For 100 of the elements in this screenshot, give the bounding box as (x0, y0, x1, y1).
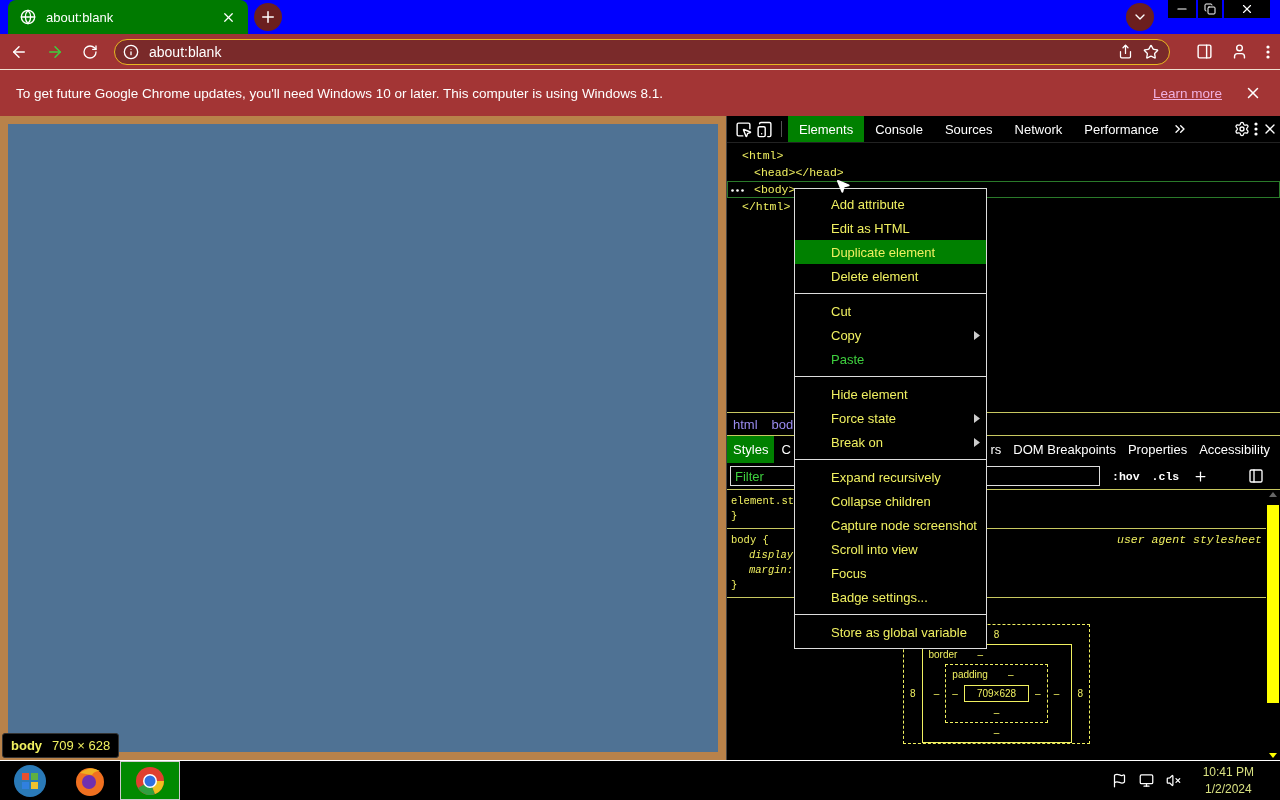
menu-item[interactable]: Force state (795, 406, 986, 430)
panel-icon (1248, 468, 1264, 484)
devtools-tab[interactable]: Console (864, 116, 934, 142)
windows-orb-icon (13, 763, 47, 798)
breadcrumb[interactable]: html (733, 416, 758, 432)
cls-toggle[interactable]: .cls (1151, 469, 1180, 483)
sidebar-tab[interactable]: Accessibility (1199, 436, 1270, 463)
css-line: element.st (731, 494, 794, 509)
border-left-value: – (933, 687, 940, 701)
menu-item[interactable]: Focus (795, 561, 986, 585)
rule-source: user agent stylesheet (1117, 533, 1262, 548)
infobar-message: To get future Google Chrome updates, you'll need Windows 10 or later. This computer is using Windows 8.1. (16, 85, 664, 101)
clock[interactable]: 10:41 PM 1/2/2024 (1202, 763, 1254, 798)
star-icon[interactable] (1143, 43, 1159, 60)
side-panel-button[interactable] (1194, 41, 1215, 62)
menu-item[interactable]: Edit as HTML (795, 216, 986, 240)
dom-tag: </html> (742, 200, 791, 213)
menu-item[interactable]: Scroll into view (795, 537, 986, 561)
submenu-arrow-icon (974, 437, 980, 447)
browser-tab[interactable]: about:blank (8, 0, 248, 34)
margin-top-value: 8 (993, 628, 1000, 642)
side-panel-icon (1196, 43, 1213, 60)
sidebar-tab[interactable]: Styles (727, 436, 775, 463)
plus-icon (1193, 468, 1209, 484)
menu-item[interactable]: Collapse children (795, 489, 986, 513)
padding-left-value: – (952, 687, 958, 701)
sidebar-toggle-button[interactable] (1246, 466, 1266, 486)
muted-speaker-icon[interactable] (1165, 773, 1181, 788)
margin-left-value: 8 (909, 687, 916, 701)
submenu-arrow-icon (974, 330, 980, 340)
network-icon[interactable] (1138, 773, 1154, 788)
tab-search-button[interactable] (1126, 3, 1154, 31)
globe-icon (20, 9, 36, 25)
element-tooltip: body 709 × 628 (2, 733, 120, 758)
border-label: border (928, 648, 958, 662)
close-icon (1240, 2, 1254, 16)
dom-row[interactable]: </html> (727, 198, 792, 215)
settings-icon (1234, 121, 1250, 137)
address-bar[interactable]: about:blank (114, 38, 1170, 65)
chrome-icon (134, 764, 166, 797)
dom-row[interactable]: <html> (727, 147, 785, 164)
devtools-tab[interactable]: Performance (1073, 116, 1170, 142)
menu-item[interactable]: Hide element (795, 382, 986, 406)
scrollbar-thumb[interactable] (1267, 505, 1279, 703)
menu-item[interactable]: Duplicate element (795, 240, 986, 264)
margin-right-value: 8 (1077, 687, 1084, 701)
menu-item[interactable]: Delete element (795, 264, 986, 288)
dom-tag: <html> (742, 149, 784, 162)
menu-item[interactable]: Expand recursively (795, 465, 986, 489)
kebab-icon (1254, 122, 1258, 136)
submenu-arrow-icon (974, 413, 980, 423)
address-text: about:blank (149, 43, 223, 60)
devices-icon (756, 120, 773, 138)
scroll-up-icon[interactable] (1269, 492, 1277, 497)
restore-button[interactable] (1198, 0, 1222, 18)
scroll-down-icon[interactable] (1269, 753, 1277, 758)
devtools-tab[interactable]: Sources (933, 116, 1004, 142)
border-right-value: – (1053, 687, 1060, 701)
minimize-button[interactable] (1168, 0, 1196, 18)
ellipsis-icon[interactable] (731, 189, 744, 192)
learn-more-link[interactable]: Learn more (1152, 85, 1222, 101)
padding-label: padding (952, 668, 988, 682)
info-icon[interactable] (123, 43, 139, 60)
menu-item[interactable]: Badge settings... (795, 585, 986, 609)
menu-item[interactable]: Capture node screenshot (795, 513, 986, 537)
menu-icon (1266, 44, 1270, 59)
menu-item[interactable]: Store as global variable (795, 620, 986, 644)
css-line: display (748, 548, 794, 563)
flag-icon[interactable] (1111, 773, 1127, 788)
sidebar-tab[interactable]: Properties (1127, 436, 1188, 463)
menu-item[interactable]: Copy (795, 323, 986, 347)
css-line: body { (731, 533, 770, 548)
new-tab-button[interactable] (254, 3, 282, 31)
devtools-tab[interactable]: Network (1003, 116, 1074, 142)
content-box: 709×628 (963, 685, 1030, 702)
sidebar-tab[interactable]: C (777, 436, 795, 463)
hov-toggle[interactable]: :hov (1112, 469, 1140, 483)
border-bottom-value: – (993, 726, 1000, 740)
plus-icon (259, 8, 277, 26)
sidebar-tab[interactable]: DOM Breakpoints (1013, 436, 1116, 463)
menu-item[interactable]: Break on (795, 430, 986, 454)
sidebar-tab[interactable]: rs (990, 436, 1002, 463)
reload-icon (82, 43, 98, 60)
breadcrumb[interactable]: bod (771, 416, 794, 432)
css-line: } (731, 509, 739, 524)
dom-row[interactable]: <head></head> (727, 164, 845, 181)
padding-bottom-value: – (993, 706, 1000, 720)
person-icon (1231, 43, 1248, 60)
padding-right-value: – (1035, 687, 1041, 701)
css-line: } (731, 578, 739, 593)
dom-tag: <head></head> (754, 166, 844, 179)
share-icon[interactable] (1118, 44, 1133, 59)
devtools-tab[interactable]: Elements (788, 116, 865, 142)
restore-icon (1204, 3, 1216, 15)
inspect-icon (735, 120, 752, 138)
border-top-value: – (977, 648, 983, 662)
css-line: margin: (748, 563, 794, 578)
mouse-cursor-icon (835, 178, 851, 194)
dom-tag: <body> (754, 183, 796, 196)
menu-item[interactable]: Cut (795, 299, 986, 323)
